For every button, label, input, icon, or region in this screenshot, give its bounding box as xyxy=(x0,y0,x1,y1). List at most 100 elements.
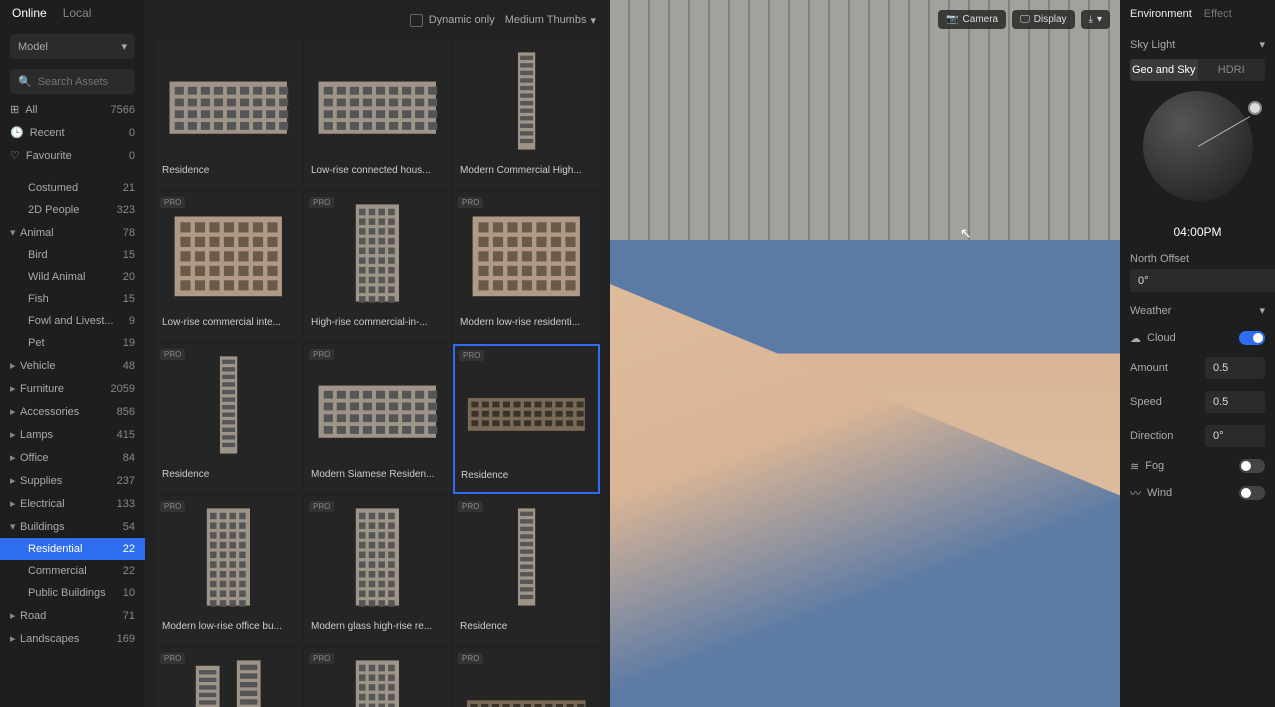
pro-badge: PRO xyxy=(458,501,483,512)
weather-header[interactable]: Weather ▾ xyxy=(1120,296,1275,325)
asset-thumbnail xyxy=(305,345,450,465)
wind-label: Wind xyxy=(1147,487,1172,499)
asset-thumbnail xyxy=(156,41,301,161)
category-road[interactable]: ▸Road71 xyxy=(0,604,145,627)
category-pet[interactable]: Pet19 xyxy=(0,332,145,354)
category-count: 19 xyxy=(123,337,135,349)
north-offset-label: North Offset xyxy=(1130,253,1265,265)
category-public-buildings[interactable]: Public Buildings10 xyxy=(0,582,145,604)
pro-badge: PRO xyxy=(458,653,483,664)
asset-title: Modern Siamese Residen... xyxy=(305,465,450,484)
asset-toolbar: Dynamic only Medium Thumbs ▾ xyxy=(145,0,610,40)
heart-icon: ♡ xyxy=(10,149,20,162)
selector-label: Model xyxy=(18,41,48,53)
asset-card[interactable]: PRO Residence xyxy=(453,496,600,646)
cloud-toggle[interactable] xyxy=(1239,331,1265,345)
category-label: Office xyxy=(20,452,49,464)
chevron-icon: ▸ xyxy=(10,405,20,418)
asset-title: Modern low-rise office bu... xyxy=(156,617,301,636)
tab-online[interactable]: Online xyxy=(12,6,47,20)
category-animal[interactable]: ▾Animal78 xyxy=(0,221,145,244)
dynamic-only-checkbox[interactable]: Dynamic only xyxy=(410,14,495,27)
hdri-option[interactable]: HDRI xyxy=(1198,59,1266,81)
asset-card[interactable]: PROResidence xyxy=(453,344,600,494)
category-commercial[interactable]: Commercial22 xyxy=(0,560,145,582)
dynamic-only-label: Dynamic only xyxy=(429,14,495,26)
category-fish[interactable]: Fish15 xyxy=(0,288,145,310)
nav-favourite[interactable]: ♡Favourite0 xyxy=(0,144,145,167)
asset-card[interactable]: PROModern Siamese Residen... xyxy=(304,344,451,494)
wind-toggle[interactable] xyxy=(1239,486,1265,500)
asset-title: Residence xyxy=(454,617,599,636)
pro-badge: PRO xyxy=(309,653,334,664)
category-fowl-and-livest-[interactable]: Fowl and Livest...9 xyxy=(0,310,145,332)
category-supplies[interactable]: ▸Supplies237 xyxy=(0,469,145,492)
amount-input[interactable] xyxy=(1205,357,1265,379)
category-accessories[interactable]: ▸Accessories856 xyxy=(0,400,145,423)
tab-local[interactable]: Local xyxy=(63,6,92,20)
category-2d-people[interactable]: 2D People323 xyxy=(0,199,145,221)
sun-handle[interactable] xyxy=(1248,101,1262,115)
sun-sphere xyxy=(1143,91,1253,201)
asset-card[interactable]: PROModern low-rise residenti... xyxy=(453,192,600,342)
thumb-size-label: Medium Thumbs xyxy=(505,14,587,26)
asset-thumbnail xyxy=(454,41,599,161)
category-label: Landscapes xyxy=(20,633,79,645)
direction-input[interactable] xyxy=(1205,425,1265,447)
nav-recent[interactable]: 🕒Recent0 xyxy=(0,121,145,144)
nav-label: All xyxy=(25,104,37,116)
thumb-size-selector[interactable]: Medium Thumbs ▾ xyxy=(505,14,596,27)
sun-position-widget[interactable] xyxy=(1138,91,1258,211)
asset-card[interactable]: PRO xyxy=(453,648,600,707)
asset-thumbnail xyxy=(454,193,599,313)
category-wild-animal[interactable]: Wild Animal20 xyxy=(0,266,145,288)
asset-card[interactable]: PROResidence xyxy=(155,344,302,494)
north-offset-input[interactable] xyxy=(1130,269,1275,292)
display-button[interactable]: 🖵 Display xyxy=(1012,10,1074,29)
category-costumed[interactable]: Costumed21 xyxy=(0,177,145,199)
nav-all[interactable]: ⊞All7566 xyxy=(0,98,145,121)
download-button[interactable]: ⤓ ▾ xyxy=(1081,10,1110,29)
asset-card[interactable]: PROModern low-rise office bu... xyxy=(155,496,302,646)
geo-sky-option[interactable]: Geo and Sky xyxy=(1130,59,1198,81)
category-selector[interactable]: Model ▾ xyxy=(10,34,135,59)
asset-card[interactable]: PRO xyxy=(304,648,451,707)
pro-badge: PRO xyxy=(309,501,334,512)
category-furniture[interactable]: ▸Furniture2059 xyxy=(0,377,145,400)
sky-light-header[interactable]: Sky Light ▾ xyxy=(1120,30,1275,59)
viewport[interactable]: 📷 Camera 🖵 Display ⤓ ▾ ↖ xyxy=(610,0,1120,707)
asset-card[interactable]: PRO xyxy=(155,648,302,707)
tab-effect[interactable]: Effect xyxy=(1204,8,1232,20)
category-office[interactable]: ▸Office84 xyxy=(0,446,145,469)
amount-label: Amount xyxy=(1130,362,1168,374)
asset-card[interactable]: Low-rise connected hous... xyxy=(304,40,451,190)
category-count: 20 xyxy=(123,271,135,283)
category-label: Road xyxy=(20,610,46,622)
search-box[interactable]: 🔍 xyxy=(10,69,135,94)
tab-environment[interactable]: Environment xyxy=(1130,8,1192,20)
search-input[interactable] xyxy=(38,76,127,88)
asset-card[interactable]: PROModern glass high-rise re... xyxy=(304,496,451,646)
clock-icon: 🕒 xyxy=(10,126,24,139)
category-label: Bird xyxy=(28,249,48,261)
category-bird[interactable]: Bird15 xyxy=(0,244,145,266)
category-count: 2059 xyxy=(111,383,135,395)
category-landscapes[interactable]: ▸Landscapes169 xyxy=(0,627,145,650)
sky-light-label: Sky Light xyxy=(1130,39,1175,51)
asset-card[interactable]: Residence xyxy=(155,40,302,190)
category-lamps[interactable]: ▸Lamps415 xyxy=(0,423,145,446)
category-count: 15 xyxy=(123,293,135,305)
category-buildings[interactable]: ▾Buildings54 xyxy=(0,515,145,538)
asset-card[interactable]: PROHigh-rise commercial-in-... xyxy=(304,192,451,342)
category-vehicle[interactable]: ▸Vehicle48 xyxy=(0,354,145,377)
asset-card[interactable]: PROLow-rise commercial inte... xyxy=(155,192,302,342)
category-label: Electrical xyxy=(20,498,65,510)
fog-toggle[interactable] xyxy=(1239,459,1265,473)
category-electrical[interactable]: ▸Electrical133 xyxy=(0,492,145,515)
asset-title: Residence xyxy=(455,466,598,485)
category-label: Residential xyxy=(28,543,82,555)
asset-card[interactable]: Modern Commercial High... xyxy=(453,40,600,190)
speed-input[interactable] xyxy=(1205,391,1265,413)
category-residential[interactable]: Residential22 xyxy=(0,538,145,560)
camera-button[interactable]: 📷 Camera xyxy=(938,10,1006,29)
